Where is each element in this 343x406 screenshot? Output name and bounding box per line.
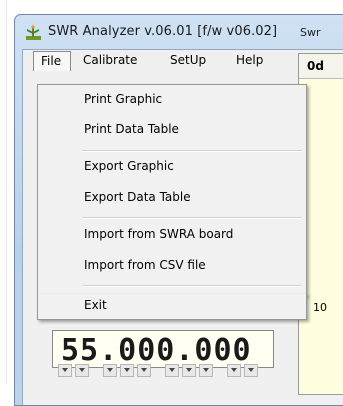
swr-header-value: 0d bbox=[307, 59, 324, 73]
digit-down-button[interactable] bbox=[103, 364, 117, 377]
menu-item-export-data-table[interactable]: Export Data Table bbox=[38, 186, 304, 208]
menu-item-import-swra-board[interactable]: Import from SWRA board bbox=[38, 223, 304, 245]
menu-item-import-csv[interactable]: Import from CSV file bbox=[38, 254, 304, 276]
digit-down-button[interactable] bbox=[58, 364, 72, 377]
menu-bar: File Calibrate SetUp Help bbox=[23, 50, 315, 71]
menu-item-exit-row[interactable]: Exit bbox=[38, 295, 304, 317]
menu-item-label: Import from CSV file bbox=[84, 258, 206, 272]
menu-item-print-data-table[interactable]: Print Data Table bbox=[38, 118, 304, 140]
menu-item-label: Exit bbox=[84, 298, 107, 312]
swr-header: 0d bbox=[299, 54, 343, 79]
window-title: SWR Analyzer v.06.01 [f/w v06.02] bbox=[48, 24, 278, 39]
digit-down-button[interactable] bbox=[199, 364, 213, 377]
frequency-digits: 55.000.000 bbox=[61, 333, 252, 368]
swr-axis-tick: 10 bbox=[313, 301, 327, 314]
digit-down-button[interactable] bbox=[75, 364, 89, 377]
menu-file[interactable]: File bbox=[33, 51, 71, 71]
frequency-display: 55.000.000 bbox=[52, 330, 274, 368]
menu-separator bbox=[82, 150, 302, 152]
menu-file-label: File bbox=[41, 54, 62, 68]
menu-item-label: Print Graphic bbox=[84, 92, 163, 106]
desktop-edge bbox=[0, 0, 7, 383]
menu-separator bbox=[82, 217, 302, 219]
menu-calibrate[interactable]: Calibrate bbox=[83, 53, 137, 67]
digit-down-button[interactable] bbox=[244, 364, 258, 377]
digit-down-button[interactable] bbox=[182, 364, 196, 377]
menu-setup[interactable]: SetUp bbox=[170, 53, 206, 67]
digit-down-button[interactable] bbox=[165, 364, 179, 377]
file-menu-dropdown: Print Graphic Print Data Table Export Gr… bbox=[37, 84, 307, 296]
swr-tab[interactable]: Swr bbox=[300, 26, 321, 39]
digit-down-button[interactable] bbox=[227, 364, 241, 377]
menu-item-label: Import from SWRA board bbox=[84, 227, 234, 241]
digit-down-button[interactable] bbox=[120, 364, 134, 377]
digit-down-button[interactable] bbox=[137, 364, 151, 377]
menu-item-export-graphic[interactable]: Export Graphic bbox=[38, 155, 304, 177]
menu-item-label: Export Data Table bbox=[84, 190, 191, 204]
antenna-icon bbox=[26, 25, 41, 40]
menu-item-label: Print Data Table bbox=[84, 122, 179, 136]
menu-separator bbox=[82, 285, 302, 287]
menu-help[interactable]: Help bbox=[236, 53, 263, 67]
title-bar[interactable]: SWR Analyzer v.06.01 [f/w v06.02] bbox=[15, 15, 343, 49]
menu-item-print-graphic[interactable]: Print Graphic bbox=[38, 88, 304, 110]
menu-item-label: Export Graphic bbox=[84, 159, 174, 173]
